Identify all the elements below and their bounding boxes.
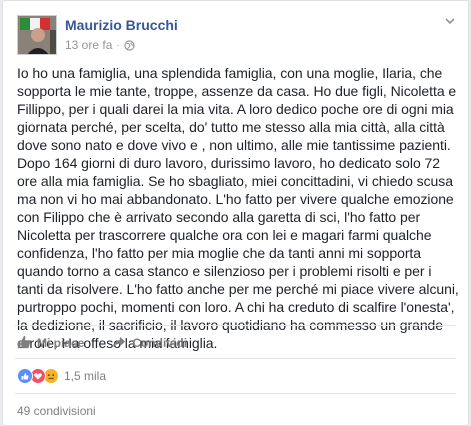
divider xyxy=(15,325,456,326)
share-count[interactable]: 49 condivisioni xyxy=(17,404,96,418)
thumbs-up-icon xyxy=(17,335,31,352)
like-reaction-icon xyxy=(17,368,33,384)
globe-icon[interactable] xyxy=(124,39,135,51)
post-body: Io ho una famiglia, una splendida famigl… xyxy=(17,65,459,351)
like-button[interactable]: Mi piace xyxy=(17,332,84,354)
post-meta: 13 ore fa · xyxy=(65,38,135,52)
divider xyxy=(15,358,456,359)
post-header: Maurizio Brucchi 13 ore fa · xyxy=(17,11,457,55)
reaction-count[interactable]: 1,5 mila xyxy=(64,369,106,383)
meta-separator: · xyxy=(116,39,120,51)
action-bar: Mi piace Condividi xyxy=(17,332,187,354)
reactions-summary[interactable]: 1,5 mila xyxy=(17,367,106,385)
chevron-down-icon[interactable] xyxy=(443,14,457,28)
post-timestamp[interactable]: 13 ore fa xyxy=(65,38,112,52)
divider xyxy=(15,393,456,394)
share-label: Condividi xyxy=(132,336,188,350)
post-card: Maurizio Brucchi 13 ore fa · Io ho una f… xyxy=(2,0,469,426)
author-name[interactable]: Maurizio Brucchi xyxy=(65,17,178,33)
avatar[interactable] xyxy=(17,15,57,55)
like-label: Mi piace xyxy=(37,336,85,350)
share-arrow-icon xyxy=(112,335,126,352)
share-button[interactable]: Condividi xyxy=(112,332,187,354)
